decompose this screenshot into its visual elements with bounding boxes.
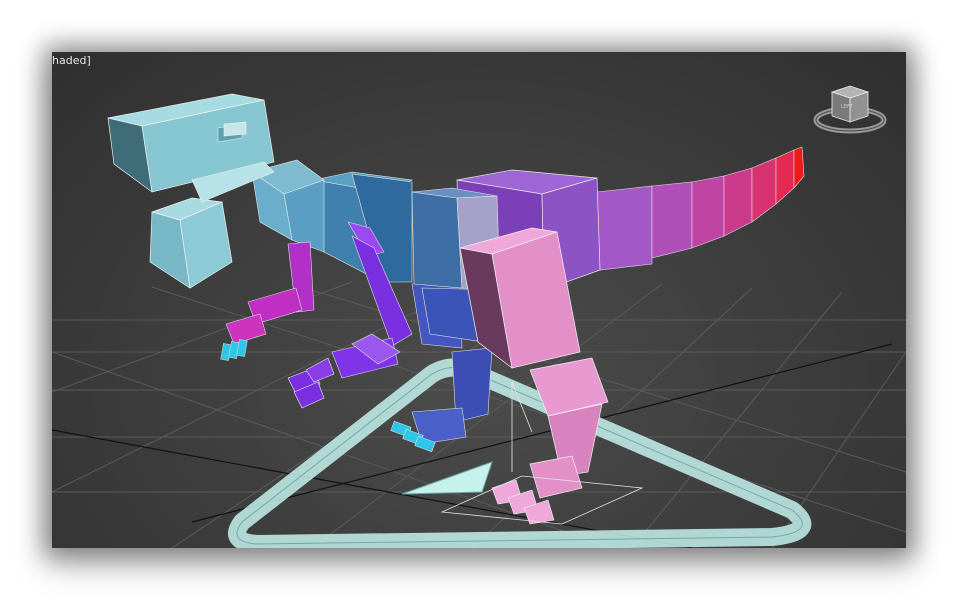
view-cube-face-label[interactable]: LEFT <box>841 104 854 110</box>
arm-far[interactable] <box>220 241 315 361</box>
hand-far-claws <box>220 339 248 361</box>
viewport-label[interactable]: haded] <box>52 54 91 67</box>
hand-near-claws <box>287 357 335 409</box>
perspective-viewport[interactable]: haded] LEFT <box>52 52 906 548</box>
viewport-label-text[interactable]: haded] <box>52 54 91 67</box>
view-cube[interactable]: LEFT <box>812 82 892 138</box>
scene-canvas[interactable] <box>52 52 906 548</box>
head[interactable] <box>107 93 275 289</box>
tail[interactable] <box>596 146 805 271</box>
